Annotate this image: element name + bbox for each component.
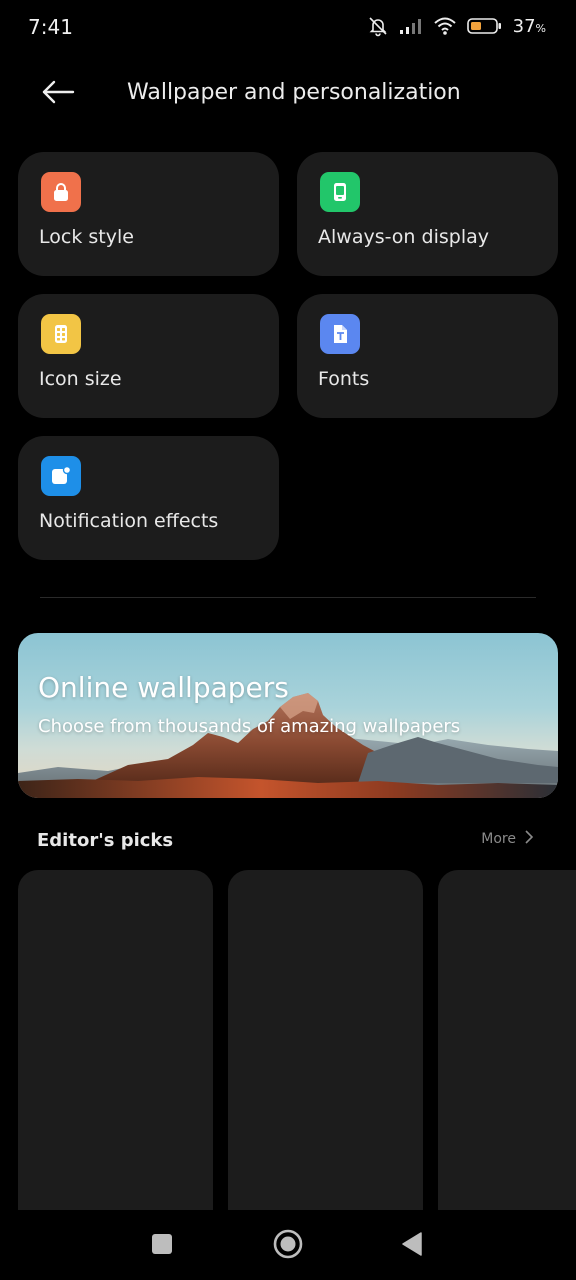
online-wallpapers-banner[interactable]: Online wallpapers Choose from thousands … (18, 633, 558, 798)
wifi-icon (433, 16, 457, 36)
back-nav-button[interactable] (394, 1228, 430, 1264)
header: Wallpaper and personalization (0, 66, 576, 122)
icon-size-icon (41, 314, 81, 354)
tile-label: Always-on display (318, 226, 489, 248)
banner-title: Online wallpapers (38, 671, 289, 704)
divider (40, 597, 536, 598)
banner-subtitle: Choose from thousands of amazing wallpap… (38, 716, 461, 737)
tile-always-on-display[interactable]: Always-on display (297, 152, 558, 276)
tile-label: Lock style (39, 226, 134, 248)
status-bar: 7:41 37% (0, 0, 576, 56)
back-arrow-icon (41, 80, 75, 108)
fonts-icon (320, 314, 360, 354)
navigation-bar (0, 1210, 576, 1280)
battery-percent: 37% (512, 15, 546, 37)
more-label: More (481, 831, 516, 847)
page-title: Wallpaper and personalization (127, 80, 461, 105)
chevron-right-icon (524, 830, 534, 848)
status-icons: 37% (367, 15, 546, 37)
home-circle-icon (273, 1229, 303, 1263)
tile-notification-effects[interactable]: Notification effects (18, 436, 279, 560)
always-on-display-icon (320, 172, 360, 212)
notification-icon (41, 456, 81, 496)
signal-icon (399, 17, 423, 35)
battery-icon (466, 17, 503, 35)
tile-label: Notification effects (39, 510, 219, 532)
tile-fonts[interactable]: Fonts (297, 294, 558, 418)
tile-icon-size[interactable]: Icon size (18, 294, 279, 418)
editors-pick-card[interactable] (438, 870, 576, 1210)
tile-lock-style[interactable]: Lock style (18, 152, 279, 276)
back-button[interactable] (36, 74, 80, 114)
square-icon (151, 1233, 173, 1259)
lock-icon (41, 172, 81, 212)
silent-bell-icon (367, 15, 389, 37)
home-button[interactable] (270, 1228, 306, 1264)
editors-pick-card[interactable] (228, 870, 423, 1210)
more-link[interactable]: More (481, 830, 534, 848)
recents-button[interactable] (144, 1228, 180, 1264)
triangle-back-icon (401, 1232, 423, 1260)
tile-label: Icon size (39, 368, 122, 390)
tile-label: Fonts (318, 368, 370, 390)
editors-pick-card[interactable] (18, 870, 213, 1210)
editors-picks-title: Editor's picks (37, 830, 174, 851)
status-time: 7:41 (28, 15, 73, 39)
